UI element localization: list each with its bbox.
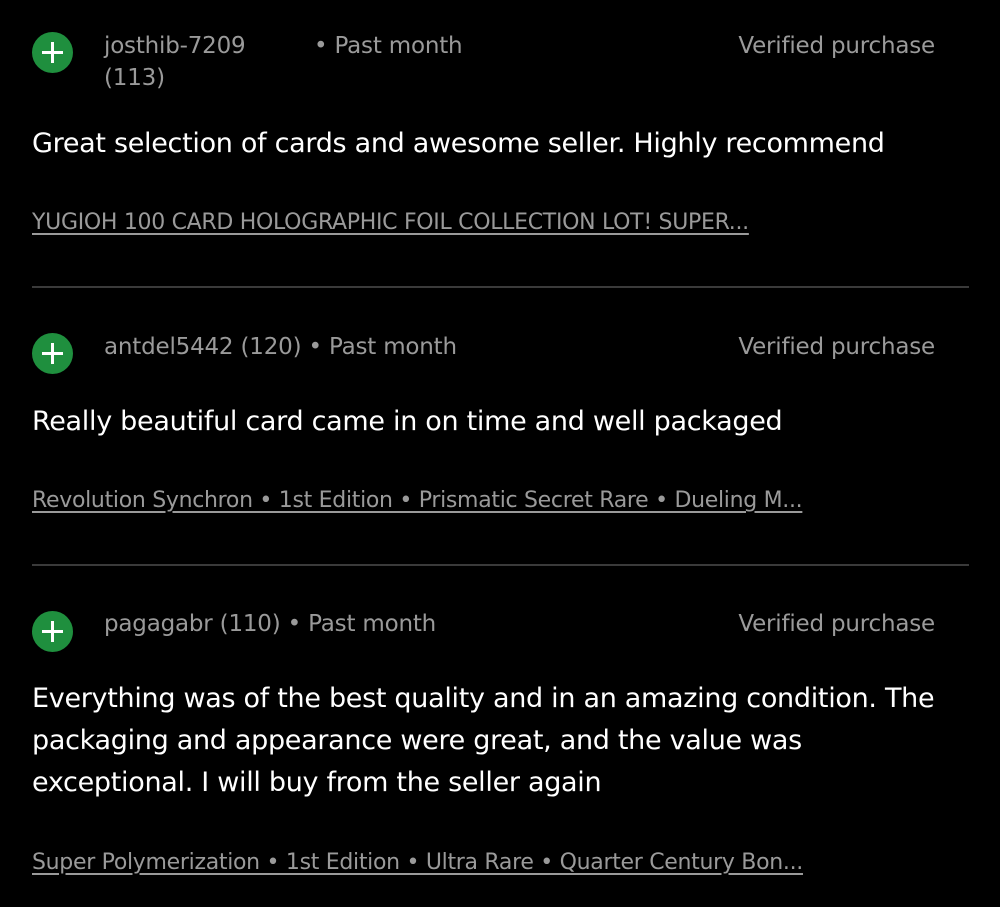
purchased-item-link[interactable]: Revolution Synchron • 1st Edition • Pris… (32, 486, 803, 516)
review-meta: antdel5442 (120) • Past month (104, 331, 457, 363)
separator: • (314, 33, 328, 59)
review-item: antdel5442 (120) • Past month Verified p… (0, 288, 1000, 564)
review-text: Really beautiful card came in on time an… (32, 406, 783, 437)
separator: • (287, 611, 302, 637)
review-text: Everything was of the best quality and i… (32, 683, 935, 798)
verified-purchase-label: Verified purchase (738, 33, 935, 59)
plus-circle-icon (32, 333, 73, 374)
plus-circle-icon (32, 611, 73, 652)
review-item: pagagabr (110) • Past month Verified pur… (0, 566, 1000, 907)
time-label: Past month (308, 611, 437, 637)
reviewer-username[interactable]: josthib-7209 (104, 33, 246, 59)
purchased-item-link[interactable]: Super Polymerization • 1st Edition • Ult… (32, 848, 803, 878)
review-meta: pagagabr (110) • Past month (104, 608, 436, 640)
time-label: Past month (334, 33, 463, 59)
reviewer-username[interactable]: antdel5442 (104, 334, 234, 360)
verified-purchase-label: Verified purchase (738, 334, 935, 360)
review-time: • Past month (314, 30, 463, 62)
purchased-item-link[interactable]: YUGIOH 100 CARD HOLOGRAPHIC FOIL COLLECT… (32, 208, 749, 238)
plus-circle-icon (32, 32, 73, 73)
reviewer-username[interactable]: pagagabr (104, 611, 213, 637)
review-text: Great selection of cards and awesome sel… (32, 128, 885, 159)
time-label: Past month (328, 334, 457, 360)
review-item: josthib-7209 (113) • Past month Verified… (0, 0, 1000, 285)
review-meta: josthib-7209 (113) (104, 30, 246, 94)
reviewer-score: (110) (219, 611, 281, 637)
verified-purchase-label: Verified purchase (738, 611, 935, 637)
reviewer-score: (113) (104, 65, 165, 91)
reviewer-score: (120) (240, 334, 302, 360)
separator: • (308, 334, 322, 360)
